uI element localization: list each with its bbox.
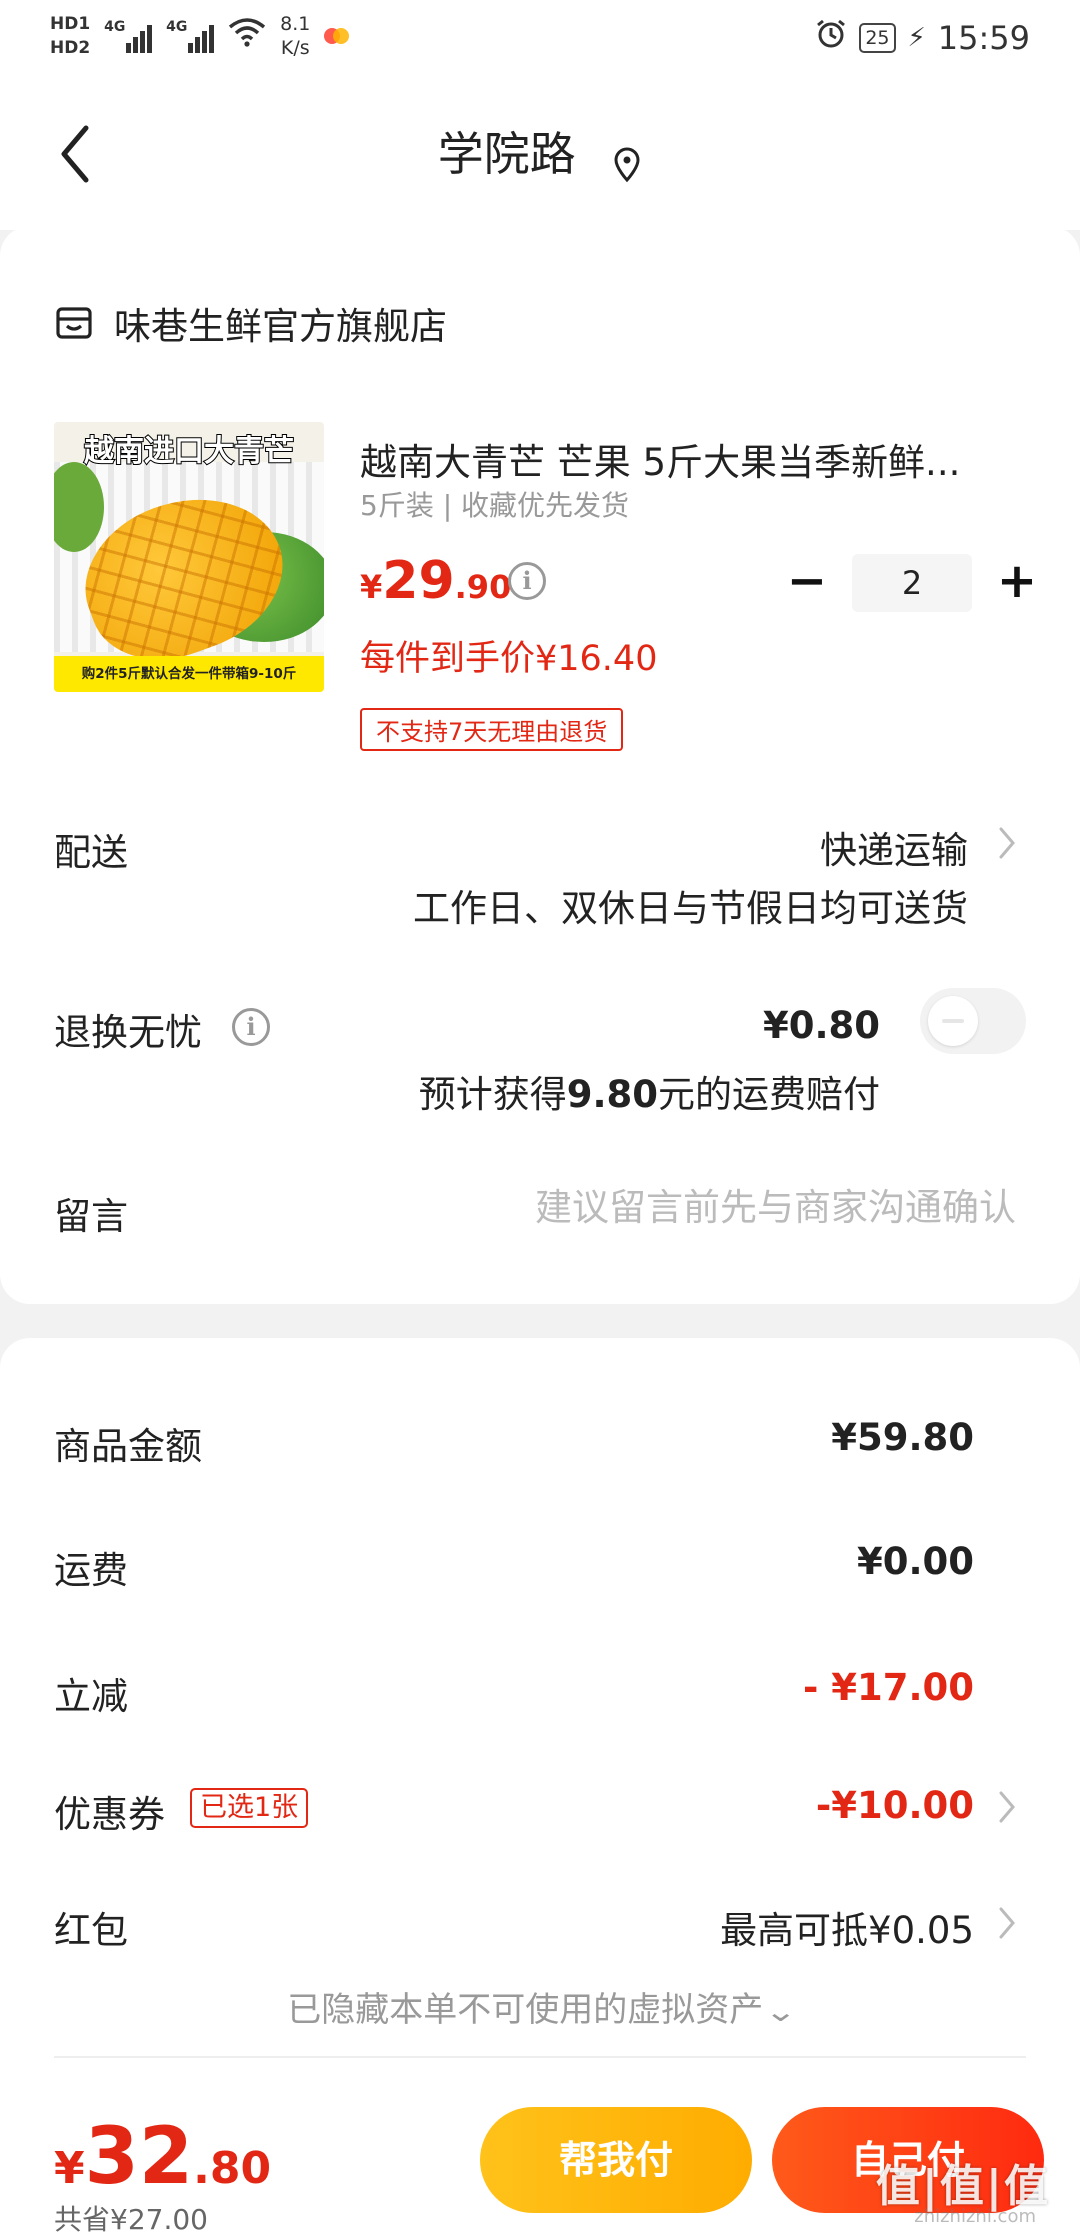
location-icon xyxy=(612,140,642,182)
total-integer: 32 xyxy=(84,2112,194,2202)
coupon-value[interactable]: -¥10.00 xyxy=(816,1784,974,1827)
wifi-icon xyxy=(228,17,266,55)
hidden-assets-toggle[interactable]: 已隐藏本单不可使用的虚拟资产⌄ xyxy=(0,1982,1080,2031)
order-summary-card: 商品金额 ¥59.80 运费 ¥0.00 立减 - ¥17.00 优惠券 已选1… xyxy=(0,1338,1080,2138)
red-packet-label: 红包 xyxy=(54,1909,128,1952)
watermark-url: zhizhizhi.com xyxy=(914,2206,1036,2227)
discount-value: - ¥17.00 xyxy=(802,1666,974,1709)
price-currency: ¥ xyxy=(360,568,383,606)
return-note-prefix: 预计获得 xyxy=(418,1073,567,1116)
return-insurance-price: ¥0.80 xyxy=(762,1004,880,1047)
shipping-value: ¥0.00 xyxy=(856,1540,974,1583)
chevron-right-icon[interactable] xyxy=(998,1906,1016,1940)
chevron-down-icon: ⌄ xyxy=(764,1995,798,2028)
shipping-label: 运费 xyxy=(54,1549,128,1592)
network-speed-unit: K/s xyxy=(280,37,310,59)
status-right: 25 ⚡ 15:59 xyxy=(815,18,1030,58)
product-image-banner: 购2件5斤默认合发一件带箱9-10斤 xyxy=(54,656,324,692)
total-currency: ¥ xyxy=(54,2143,85,2194)
toggle-knob xyxy=(928,996,978,1046)
red-packet-value[interactable]: 最高可抵¥0.05 xyxy=(720,1900,974,1954)
delivery-method[interactable]: 快递运输 xyxy=(820,820,968,874)
total-price: ¥ 32 .80 xyxy=(54,2112,272,2202)
battery-icon: 25 xyxy=(859,23,896,53)
return-insurance-label: 退换无忧 xyxy=(54,1011,202,1054)
hidden-assets-text: 已隐藏本单不可使用的虚拟资产 xyxy=(287,1990,764,2030)
divider xyxy=(54,2056,1026,2058)
delivery-label: 配送 xyxy=(54,831,128,874)
price-decimal: .90 xyxy=(454,568,512,606)
signal-icon: 4G xyxy=(104,19,153,53)
coupon-selected-tag: 已选1张 xyxy=(190,1788,309,1828)
status-bar: HD1 HD2 4G 4G 8.1 K/s 25 ⚡ 15:59 xyxy=(0,0,1080,80)
product-price: ¥ 29 .90 xyxy=(360,551,511,611)
network-speed-value: 8.1 xyxy=(280,13,311,35)
store-name: 味巷生鲜官方旗舰店 xyxy=(114,305,447,348)
store-icon xyxy=(54,303,94,343)
header-title-wrap[interactable]: 学院路 xyxy=(0,118,1080,184)
help-pay-button[interactable]: 帮我付 xyxy=(480,2107,752,2213)
charging-icon: ⚡ xyxy=(907,23,926,53)
hd-indicators: HD1 HD2 xyxy=(50,14,90,58)
total-decimal: .80 xyxy=(193,2143,272,2194)
hd2-indicator: HD2 xyxy=(50,38,91,58)
clock: 15:59 xyxy=(937,19,1030,57)
product-image-title: 越南进口大青芒 xyxy=(83,433,295,470)
page-title: 学院路 xyxy=(437,127,576,181)
return-policy-tag: 不支持7天无理由退货 xyxy=(360,708,624,751)
network-speed: 8.1 K/s xyxy=(280,12,310,60)
product-image[interactable]: 越南进口大青芒 购2件5斤默认合发一件带箱9-10斤 xyxy=(54,422,324,692)
product-spec: 5斤装 | 收藏优先发货 xyxy=(360,489,630,522)
watermark-logo: 值|值|值 xyxy=(875,2161,1050,2212)
store-row[interactable]: 味巷生鲜官方旗舰店 xyxy=(54,296,447,350)
app-notification-icon xyxy=(324,25,350,47)
increase-quantity-button[interactable]: + xyxy=(986,552,1048,614)
decrease-quantity-button[interactable]: − xyxy=(776,552,838,614)
goods-amount-label: 商品金额 xyxy=(54,1425,202,1468)
return-note-amount: 9.80 xyxy=(566,1073,658,1116)
quantity-stepper: − 2 + xyxy=(776,552,1048,614)
return-insurance-note: 预计获得9.80元的运费赔付 xyxy=(419,1064,880,1118)
signal-type-label: 4G xyxy=(104,19,126,35)
info-icon[interactable]: i xyxy=(232,1008,270,1046)
unit-price: 每件到手价¥16.40 xyxy=(360,639,658,679)
hd1-indicator: HD1 xyxy=(50,14,91,34)
saved-amount: 共省¥27.00 xyxy=(54,2203,208,2236)
price-integer: 29 xyxy=(382,551,455,611)
message-input[interactable] xyxy=(456,1182,1016,1232)
return-note-suffix: 元的运费赔付 xyxy=(658,1073,880,1116)
product-name[interactable]: 越南大青芒 芒果 5斤大果当季新鲜... xyxy=(360,432,1000,486)
message-label: 留言 xyxy=(54,1195,128,1238)
price-info-icon[interactable]: i xyxy=(508,562,546,600)
delivery-note: 工作日、双休日与节假日均可送货 xyxy=(413,887,968,930)
chevron-right-icon[interactable] xyxy=(998,826,1016,860)
signal-type-label: 4G xyxy=(166,19,188,35)
alarm-icon xyxy=(815,18,847,58)
order-item-card: 味巷生鲜官方旗舰店 越南进口大青芒 购2件5斤默认合发一件带箱9-10斤 越南大… xyxy=(0,226,1080,1304)
coupon-label: 优惠券 xyxy=(54,1793,165,1836)
chevron-right-icon[interactable] xyxy=(998,1790,1016,1824)
quantity-value[interactable]: 2 xyxy=(852,554,972,612)
return-insurance-toggle[interactable] xyxy=(920,988,1026,1054)
discount-label: 立减 xyxy=(54,1675,128,1718)
goods-amount-value: ¥59.80 xyxy=(831,1416,974,1459)
status-left: HD1 HD2 4G 4G 8.1 K/s xyxy=(50,12,350,60)
header: 学院路 xyxy=(0,80,1080,230)
signal-icon: 4G xyxy=(166,19,215,53)
